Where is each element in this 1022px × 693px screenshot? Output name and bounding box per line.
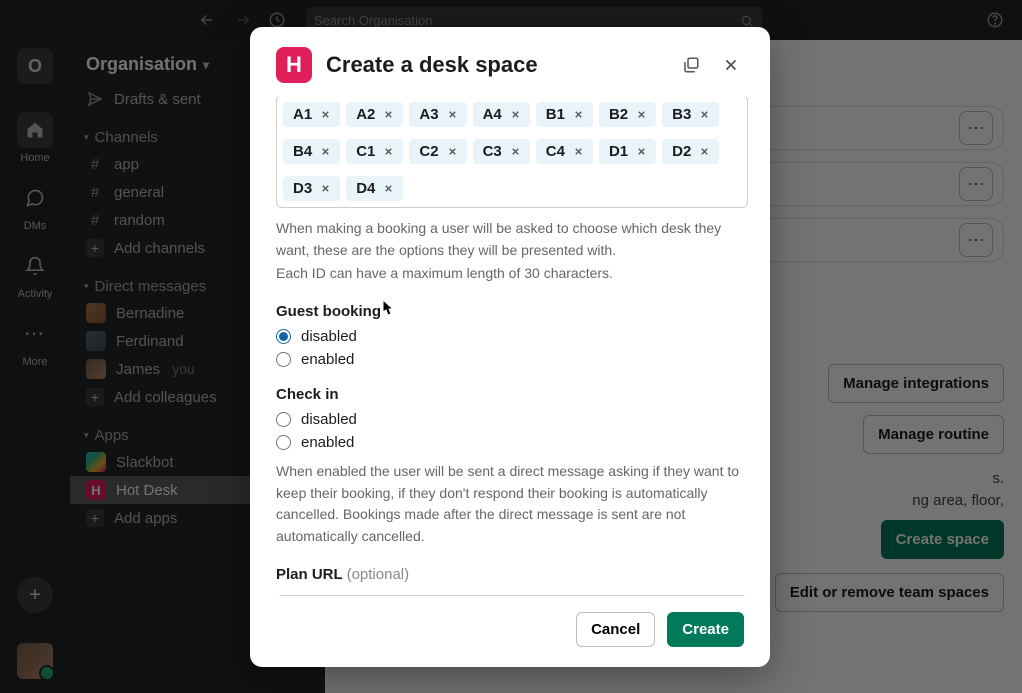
remove-chip-icon[interactable] xyxy=(699,109,713,120)
close-icon[interactable] xyxy=(718,52,744,78)
create-desk-space-modal: H Create a desk space A1A2A3 A4B1B2B3 B4C1… xyxy=(250,27,770,667)
remove-chip-icon[interactable] xyxy=(510,146,524,157)
help-text: When enabled the user will be sent a dir… xyxy=(276,461,748,548)
guest-booking-label: Guest booking xyxy=(276,303,748,320)
remove-chip-icon[interactable] xyxy=(699,146,713,157)
create-button[interactable]: Create xyxy=(667,612,744,647)
remove-chip-icon[interactable] xyxy=(383,146,397,157)
cancel-button[interactable]: Cancel xyxy=(576,612,655,647)
desk-chip: A1 xyxy=(283,102,340,127)
remove-chip-icon[interactable] xyxy=(320,146,334,157)
remove-chip-icon[interactable] xyxy=(636,146,650,157)
desk-chip: B4 xyxy=(283,139,340,164)
desk-chip: B2 xyxy=(599,102,656,127)
modal-header: H Create a desk space xyxy=(250,27,770,97)
guest-disabled-radio[interactable]: disabled xyxy=(276,328,748,345)
help-text: When making a booking a user will be ask… xyxy=(276,218,748,261)
desk-chip: A4 xyxy=(473,102,530,127)
plan-url-label: Plan URL (optional) xyxy=(276,566,748,583)
desk-chip: C3 xyxy=(473,139,530,164)
checkin-label: Check in xyxy=(276,386,748,403)
remove-chip-icon[interactable] xyxy=(447,109,461,120)
remove-chip-icon[interactable] xyxy=(573,146,587,157)
remove-chip-icon[interactable] xyxy=(383,183,397,194)
desk-chip: B1 xyxy=(536,102,593,127)
remove-chip-icon[interactable] xyxy=(383,109,397,120)
remove-chip-icon[interactable] xyxy=(320,183,334,194)
desk-ids-input[interactable]: A1A2A3 A4B1B2B3 B4C1C2 C3C4D1D2 D3D4 xyxy=(276,97,748,208)
modal-body: A1A2A3 A4B1B2B3 B4C1C2 C3C4D1D2 D3D4 When ma… xyxy=(250,97,770,596)
desk-chip: A3 xyxy=(409,102,466,127)
remove-chip-icon[interactable] xyxy=(447,146,461,157)
guest-enabled-radio[interactable]: enabled xyxy=(276,351,748,368)
desk-chip: D3 xyxy=(283,176,340,201)
desk-chip: D2 xyxy=(662,139,719,164)
checkin-enabled-radio[interactable]: enabled xyxy=(276,434,748,451)
desk-chip: C2 xyxy=(409,139,466,164)
desk-chip: B3 xyxy=(662,102,719,127)
remove-chip-icon[interactable] xyxy=(320,109,334,120)
desk-chip: C1 xyxy=(346,139,403,164)
checkin-disabled-radio[interactable]: disabled xyxy=(276,411,748,428)
help-text: Each ID can have a maximum length of 30 … xyxy=(276,263,748,285)
desk-chip: C4 xyxy=(536,139,593,164)
desk-chip: A2 xyxy=(346,102,403,127)
modal-title: Create a desk space xyxy=(326,52,664,78)
remove-chip-icon[interactable] xyxy=(573,109,587,120)
modal-footer: Cancel Create xyxy=(250,596,770,667)
remove-chip-icon[interactable] xyxy=(510,109,524,120)
remove-chip-icon[interactable] xyxy=(636,109,650,120)
new-window-icon[interactable] xyxy=(678,52,704,78)
plan-url-input[interactable] xyxy=(276,595,748,596)
desk-chip: D4 xyxy=(346,176,403,201)
hotdesk-app-icon: H xyxy=(276,47,312,83)
desk-chip: D1 xyxy=(599,139,656,164)
